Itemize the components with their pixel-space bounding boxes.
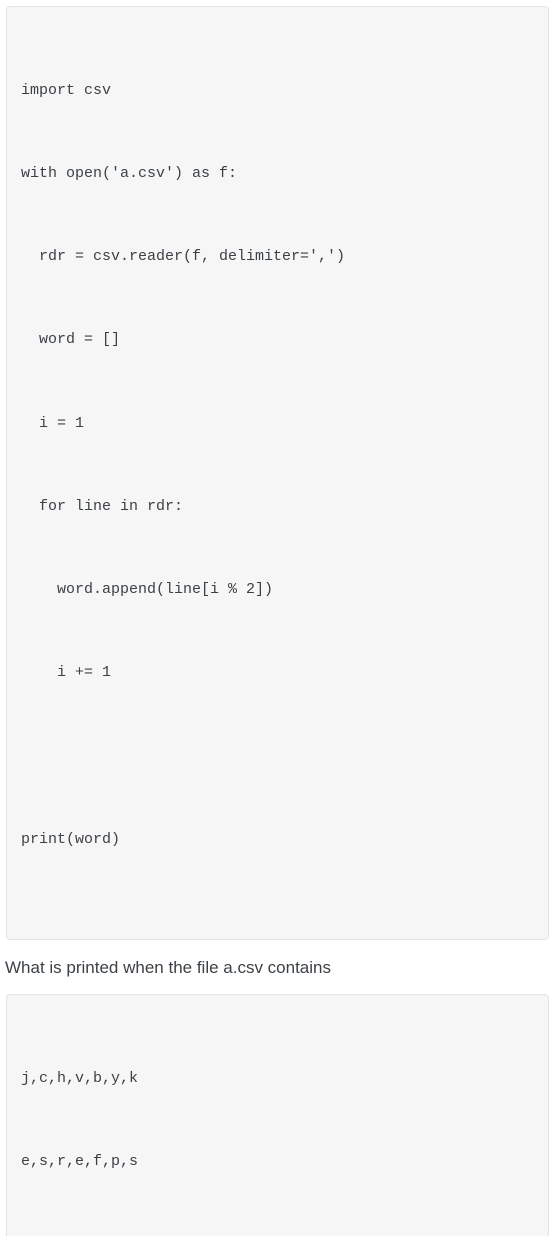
document-root: import csv with open('a.csv') as f: rdr … — [0, 6, 555, 1236]
file-line: j,c,h,v,b,y,k — [21, 1065, 534, 1093]
code-block-program: import csv with open('a.csv') as f: rdr … — [6, 6, 549, 940]
code-line: i = 1 — [21, 410, 534, 438]
code-line: import csv — [21, 77, 534, 105]
code-line: i += 1 — [21, 659, 534, 687]
code-line: with open('a.csv') as f: — [21, 160, 534, 188]
code-line: print(word) — [21, 826, 534, 854]
code-line: for line in rdr: — [21, 493, 534, 521]
question-text: What is printed when the file a.csv cont… — [5, 958, 550, 978]
code-line: rdr = csv.reader(f, delimiter=',') — [21, 243, 534, 271]
file-line: a,l,g,m,l,u,c — [21, 1231, 534, 1236]
code-blank-line — [21, 743, 534, 771]
code-line: word.append(line[i % 2]) — [21, 576, 534, 604]
code-line: word = [] — [21, 326, 534, 354]
code-block-file-contents: j,c,h,v,b,y,k e,s,r,e,f,p,s a,l,g,m,l,u,… — [6, 994, 549, 1236]
file-line: e,s,r,e,f,p,s — [21, 1148, 534, 1176]
